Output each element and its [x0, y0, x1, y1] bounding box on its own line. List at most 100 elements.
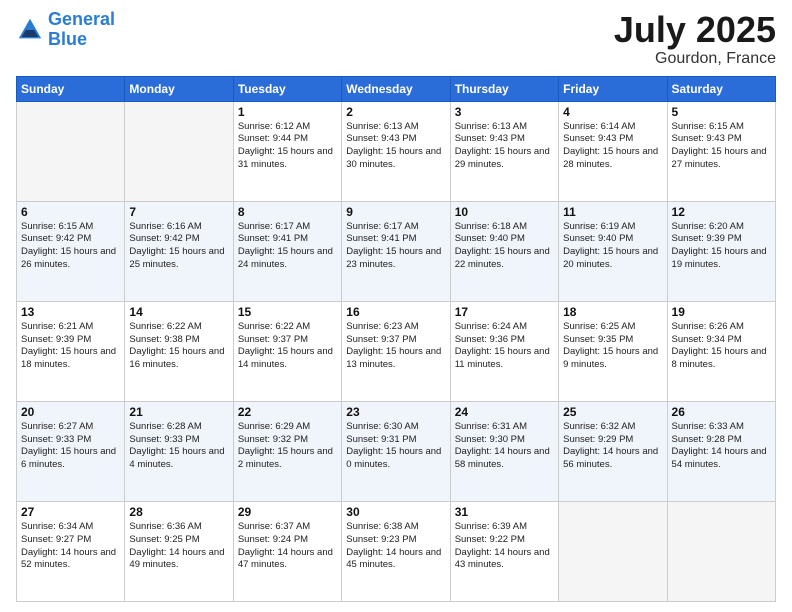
- day-number: 13: [21, 305, 120, 319]
- table-row: 23 Sunrise: 6:30 AM Sunset: 9:31 PM Dayli…: [342, 401, 450, 501]
- table-row: 31Sunrise: 6:39 AM Sunset: 9:22 PM Dayli…: [450, 501, 558, 601]
- day-info: Sunrise: 6:12 AM Sunset: 9:44 PM Dayligh…: [238, 121, 337, 172]
- day-number: 26: [672, 405, 771, 419]
- table-row: 20 Sunrise: 6:27 AM Sunset: 9:33 PM Dayli…: [17, 401, 125, 501]
- weekday-header-row: Sunday Monday Tuesday Wednesday Thursday…: [17, 76, 776, 101]
- day-info: Sunrise: 6:13 AM Sunset: 9:43 PM Dayligh…: [346, 121, 445, 172]
- day-info: Sunrise: 6:39 AM Sunset: 9:22 PM Dayligh…: [455, 521, 554, 572]
- title-block: July 2025 Gourdon, France: [614, 10, 776, 68]
- day-info: Sunrise: 6:18 AM Sunset: 9:40 PM Dayligh…: [455, 221, 554, 272]
- day-number: 8: [238, 205, 337, 219]
- day-info: Sunrise: 6:28 AM Sunset: 9:33 PM Dayligh…: [129, 421, 228, 472]
- day-number: 27: [21, 505, 120, 519]
- day-info: Sunrise: 6:36 AM Sunset: 9:25 PM Dayligh…: [129, 521, 228, 572]
- day-number: 17: [455, 305, 554, 319]
- table-row: [125, 101, 233, 201]
- logo-blue: Blue: [48, 30, 115, 50]
- day-number: 28: [129, 505, 228, 519]
- table-row: 2 Sunrise: 6:13 AM Sunset: 9:43 PM Daylig…: [342, 101, 450, 201]
- table-row: 24 Sunrise: 6:31 AM Sunset: 9:30 PM Dayli…: [450, 401, 558, 501]
- day-info: Sunrise: 6:13 AM Sunset: 9:43 PM Dayligh…: [455, 121, 554, 172]
- day-info: Sunrise: 6:14 AM Sunset: 9:43 PM Dayligh…: [563, 121, 662, 172]
- table-row: 28 Sunrise: 6:36 AM Sunset: 9:25 PM Dayli…: [125, 501, 233, 601]
- table-row: 3 Sunrise: 6:13 AM Sunset: 9:43 PM Daylig…: [450, 101, 558, 201]
- day-info: Sunrise: 6:34 AM Sunset: 9:27 PM Dayligh…: [21, 521, 120, 572]
- table-row: 6Sunrise: 6:15 AM Sunset: 9:42 PM Daylig…: [17, 201, 125, 301]
- day-number: 12: [672, 205, 771, 219]
- day-info: Sunrise: 6:37 AM Sunset: 9:24 PM Dayligh…: [238, 521, 337, 572]
- day-info: Sunrise: 6:26 AM Sunset: 9:34 PM Dayligh…: [672, 321, 771, 372]
- calendar-week-row: 1Sunrise: 6:12 AM Sunset: 9:44 PM Daylig…: [17, 101, 776, 201]
- day-info: Sunrise: 6:27 AM Sunset: 9:33 PM Dayligh…: [21, 421, 120, 472]
- day-info: Sunrise: 6:22 AM Sunset: 9:37 PM Dayligh…: [238, 321, 337, 372]
- day-info: Sunrise: 6:15 AM Sunset: 9:43 PM Dayligh…: [672, 121, 771, 172]
- day-info: Sunrise: 6:20 AM Sunset: 9:39 PM Dayligh…: [672, 221, 771, 272]
- day-info: Sunrise: 6:32 AM Sunset: 9:29 PM Dayligh…: [563, 421, 662, 472]
- day-number: 29: [238, 505, 337, 519]
- day-info: Sunrise: 6:31 AM Sunset: 9:30 PM Dayligh…: [455, 421, 554, 472]
- day-number: 5: [672, 105, 771, 119]
- day-info: Sunrise: 6:21 AM Sunset: 9:39 PM Dayligh…: [21, 321, 120, 372]
- day-number: 7: [129, 205, 228, 219]
- table-row: 26 Sunrise: 6:33 AM Sunset: 9:28 PM Dayli…: [667, 401, 775, 501]
- day-number: 22: [238, 405, 337, 419]
- day-info: Sunrise: 6:22 AM Sunset: 9:38 PM Dayligh…: [129, 321, 228, 372]
- table-row: 8Sunrise: 6:17 AM Sunset: 9:41 PM Daylig…: [233, 201, 341, 301]
- table-row: 1Sunrise: 6:12 AM Sunset: 9:44 PM Daylig…: [233, 101, 341, 201]
- table-row: [17, 101, 125, 201]
- table-row: [667, 501, 775, 601]
- month-title: July 2025: [614, 10, 776, 50]
- table-row: 10 Sunrise: 6:18 AM Sunset: 9:40 PM Dayli…: [450, 201, 558, 301]
- day-number: 9: [346, 205, 445, 219]
- day-info: Sunrise: 6:30 AM Sunset: 9:31 PM Dayligh…: [346, 421, 445, 472]
- table-row: 27 Sunrise: 6:34 AM Sunset: 9:27 PM Dayli…: [17, 501, 125, 601]
- calendar-week-row: 6Sunrise: 6:15 AM Sunset: 9:42 PM Daylig…: [17, 201, 776, 301]
- day-number: 18: [563, 305, 662, 319]
- day-number: 14: [129, 305, 228, 319]
- calendar-week-row: 13 Sunrise: 6:21 AM Sunset: 9:39 PM Dayli…: [17, 301, 776, 401]
- col-friday: Friday: [559, 76, 667, 101]
- day-info: Sunrise: 6:29 AM Sunset: 9:32 PM Dayligh…: [238, 421, 337, 472]
- table-row: 19Sunrise: 6:26 AM Sunset: 9:34 PM Dayli…: [667, 301, 775, 401]
- table-row: 7 Sunrise: 6:16 AM Sunset: 9:42 PM Daylig…: [125, 201, 233, 301]
- logo-general: General: [48, 10, 115, 30]
- day-info: Sunrise: 6:16 AM Sunset: 9:42 PM Dayligh…: [129, 221, 228, 272]
- table-row: 13 Sunrise: 6:21 AM Sunset: 9:39 PM Dayli…: [17, 301, 125, 401]
- day-info: Sunrise: 6:33 AM Sunset: 9:28 PM Dayligh…: [672, 421, 771, 472]
- table-row: 22 Sunrise: 6:29 AM Sunset: 9:32 PM Dayli…: [233, 401, 341, 501]
- table-row: 21 Sunrise: 6:28 AM Sunset: 9:33 PM Dayli…: [125, 401, 233, 501]
- calendar-week-row: 20 Sunrise: 6:27 AM Sunset: 9:33 PM Dayli…: [17, 401, 776, 501]
- table-row: 16Sunrise: 6:23 AM Sunset: 9:37 PM Dayli…: [342, 301, 450, 401]
- table-row: 11Sunrise: 6:19 AM Sunset: 9:40 PM Dayli…: [559, 201, 667, 301]
- table-row: [559, 501, 667, 601]
- col-wednesday: Wednesday: [342, 76, 450, 101]
- table-row: 9 Sunrise: 6:17 AM Sunset: 9:41 PM Daylig…: [342, 201, 450, 301]
- col-sunday: Sunday: [17, 76, 125, 101]
- calendar-week-row: 27 Sunrise: 6:34 AM Sunset: 9:27 PM Dayli…: [17, 501, 776, 601]
- day-number: 4: [563, 105, 662, 119]
- logo-icon: [16, 16, 44, 44]
- day-number: 10: [455, 205, 554, 219]
- table-row: 17Sunrise: 6:24 AM Sunset: 9:36 PM Dayli…: [450, 301, 558, 401]
- day-number: 30: [346, 505, 445, 519]
- table-row: 18Sunrise: 6:25 AM Sunset: 9:35 PM Dayli…: [559, 301, 667, 401]
- col-saturday: Saturday: [667, 76, 775, 101]
- logo: General Blue: [16, 10, 115, 50]
- day-number: 16: [346, 305, 445, 319]
- col-tuesday: Tuesday: [233, 76, 341, 101]
- location-title: Gourdon, France: [614, 50, 776, 68]
- day-info: Sunrise: 6:19 AM Sunset: 9:40 PM Dayligh…: [563, 221, 662, 272]
- day-number: 3: [455, 105, 554, 119]
- day-number: 23: [346, 405, 445, 419]
- day-info: Sunrise: 6:17 AM Sunset: 9:41 PM Dayligh…: [346, 221, 445, 272]
- day-number: 2: [346, 105, 445, 119]
- day-number: 25: [563, 405, 662, 419]
- table-row: 29 Sunrise: 6:37 AM Sunset: 9:24 PM Dayli…: [233, 501, 341, 601]
- page: General Blue July 2025 Gourdon, France S…: [0, 0, 792, 612]
- table-row: 25 Sunrise: 6:32 AM Sunset: 9:29 PM Dayli…: [559, 401, 667, 501]
- day-number: 21: [129, 405, 228, 419]
- day-number: 20: [21, 405, 120, 419]
- day-number: 24: [455, 405, 554, 419]
- col-thursday: Thursday: [450, 76, 558, 101]
- day-number: 6: [21, 205, 120, 219]
